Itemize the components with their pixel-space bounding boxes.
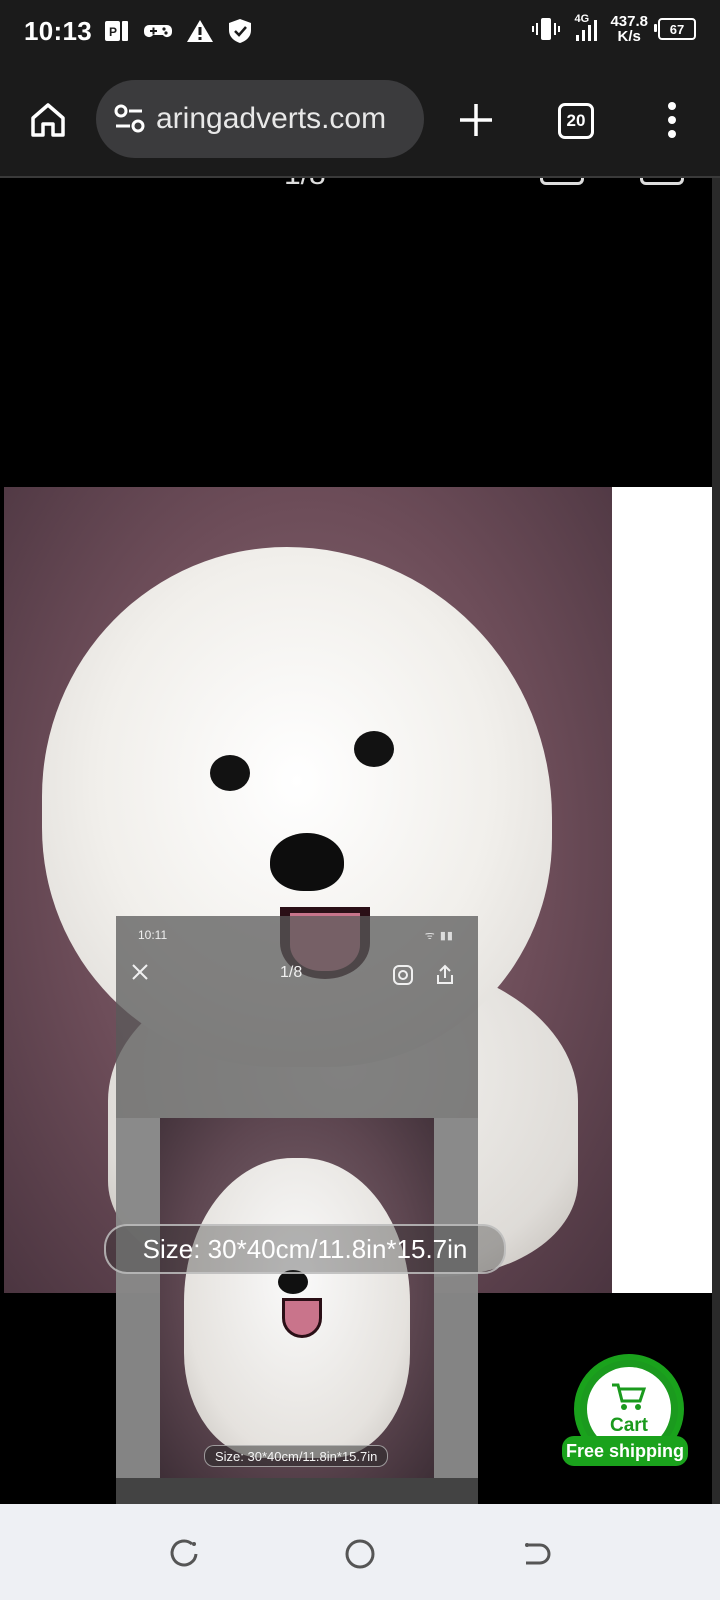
photo-side-panel	[612, 487, 712, 1293]
mini-dog-photo	[160, 1118, 434, 1478]
page-scrollbar[interactable]	[712, 178, 720, 1504]
vibrate-icon	[532, 18, 561, 40]
status-bar: 10:13 P 4G 437.8 K/s 67	[0, 0, 720, 64]
mini-close-icon	[132, 964, 148, 980]
tab-count: 20	[566, 111, 586, 130]
top-cut-lens-icon	[540, 178, 584, 185]
cart-button[interactable]: Cart Free shipping	[562, 1354, 696, 1474]
page-content: 1/8 10:11 ᯤ ▮▮ 1/8	[0, 178, 712, 1504]
mini-photo-area: Size: 30*40cm/11.8in*15.7in	[116, 1118, 478, 1478]
free-shipping-label: Free shipping	[565, 1440, 684, 1461]
network-speed: 437.8 K/s	[610, 14, 648, 44]
network-speed-unit: K/s	[617, 28, 641, 45]
mini-status-time: 10:11	[138, 928, 168, 942]
size-label: Size: 30*40cm/11.8in*15.7in	[104, 1224, 506, 1274]
gamepad-icon	[144, 25, 172, 37]
system-nav-bar	[0, 1504, 720, 1600]
back-icon[interactable]	[520, 1538, 552, 1570]
pay-icon: P	[105, 21, 128, 41]
new-tab-icon[interactable]	[456, 100, 496, 140]
svg-text:P: P	[109, 25, 117, 39]
url-text[interactable]: aringadverts.com	[156, 102, 386, 136]
status-left-icons: P	[104, 18, 252, 44]
mini-lens-icon	[393, 965, 413, 985]
home-icon[interactable]	[28, 100, 68, 140]
home-nav-icon[interactable]	[344, 1538, 376, 1570]
mini-dog-mouth	[282, 1298, 322, 1338]
free-shipping-badge[interactable]: Free shipping	[562, 1436, 688, 1466]
mini-share-icon	[437, 964, 453, 984]
signal-group: 4G	[570, 13, 600, 43]
network-speed-value: 437.8	[610, 13, 648, 30]
cart-icon	[612, 1383, 647, 1410]
more-menu-icon[interactable]	[660, 100, 684, 140]
top-cut-share-icon	[640, 178, 684, 185]
mini-page-counter: 1/8	[280, 964, 303, 981]
shield-icon	[229, 19, 251, 43]
dog-nose	[270, 833, 344, 891]
top-cut-page-counter: 1/8	[284, 178, 326, 192]
site-settings-icon[interactable]	[110, 99, 150, 139]
address-bar[interactable]: aringadverts.com	[96, 80, 424, 158]
embedded-screenshot: 10:11 ᯤ ▮▮ 1/8 Size: 30*40cm/11.8in*15.7…	[116, 916, 478, 1504]
size-label-text: Size: 30*40cm/11.8in*15.7in	[142, 1233, 468, 1264]
dog-eye-left	[210, 755, 250, 791]
battery-icon: 67	[654, 18, 696, 40]
status-right-icons: 4G 437.8 K/s 67	[532, 13, 696, 44]
tab-switcher-button[interactable]: 20	[558, 103, 594, 139]
browser-toolbar: aringadverts.com 20	[0, 64, 720, 178]
battery-level: 67	[669, 21, 685, 37]
status-time: 10:13	[24, 16, 92, 46]
warning-icon	[187, 20, 213, 42]
signal-icon	[576, 20, 598, 41]
recents-icon[interactable]	[168, 1538, 200, 1570]
dog-eye-right	[354, 731, 394, 767]
cart-label: Cart	[609, 1415, 648, 1436]
mini-status-icons: ᯤ ▮▮	[424, 930, 454, 942]
mini-size-label: Size: 30*40cm/11.8in*15.7in	[204, 1445, 389, 1467]
